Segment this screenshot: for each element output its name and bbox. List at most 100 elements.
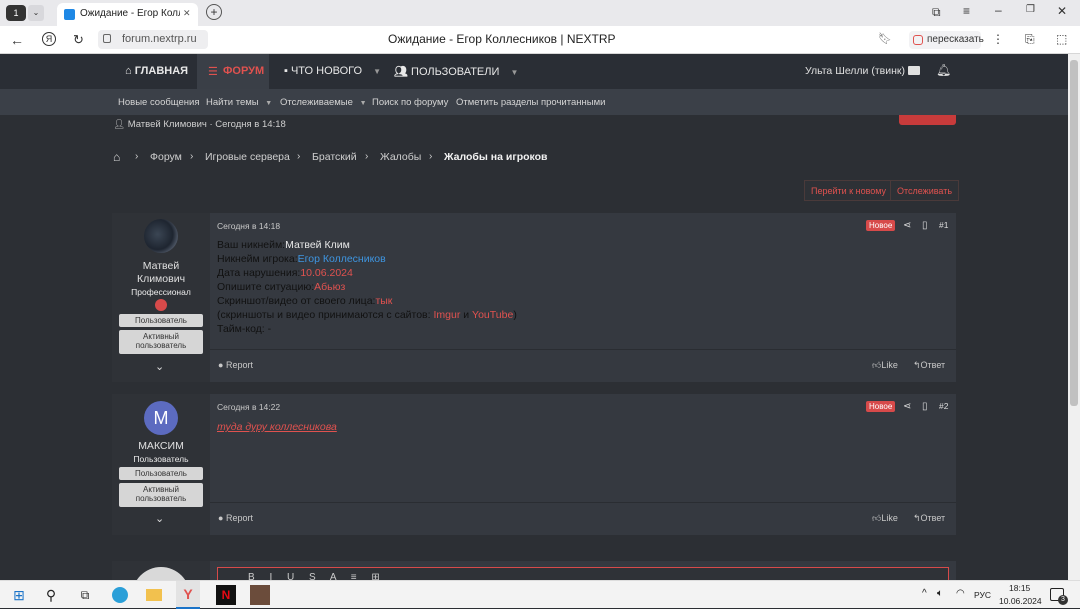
username[interactable]: МАКСИМ: [112, 440, 210, 452]
users-icon: 👥︎: [394, 66, 408, 78]
home-icon: ⌂: [125, 65, 132, 77]
wifi-icon[interactable]: ◠: [956, 588, 965, 599]
breadcrumb-home-icon[interactable]: ⌂: [113, 150, 120, 164]
post-line: (скриншоты и видео принимаются с сайтов:…: [217, 309, 517, 321]
nav-members[interactable]: 👥︎ ПОЛЬЗОВАТЕЛИ ▼: [394, 65, 518, 78]
breadcrumb-game-servers[interactable]: Игровые сервера: [205, 151, 290, 163]
account-name[interactable]: Ульта Шелли (твинк): [805, 65, 905, 77]
new-tab-button[interactable]: +: [206, 4, 222, 20]
thread-reply-button-partial[interactable]: [899, 115, 956, 125]
expand-chevron-icon[interactable]: ⌄: [155, 360, 164, 373]
chevron-down-icon[interactable]: ▼: [265, 100, 272, 107]
task-view-icon[interactable]: ⧉: [75, 585, 95, 605]
field-label: Дата нарушения:: [217, 267, 301, 279]
evidence-link[interactable]: тык: [375, 295, 392, 307]
like-button[interactable]: 👍︎Like: [872, 513, 898, 524]
share-icon[interactable]: ⋖: [903, 220, 911, 231]
like-label: Like: [881, 513, 898, 523]
extensions-icon[interactable]: ⬚: [1056, 32, 1067, 46]
bookmark-icon[interactable]: 🔖︎: [878, 32, 892, 45]
bell-icon[interactable]: 🔔︎: [936, 63, 951, 77]
file-explorer-icon[interactable]: [144, 585, 164, 605]
edge-icon[interactable]: [110, 585, 130, 605]
bookmark-icon[interactable]: ▯: [922, 220, 928, 231]
yandex-browser-icon[interactable]: Y: [176, 581, 200, 609]
report-label: Report: [225, 513, 253, 523]
minimize-icon[interactable]: –: [995, 3, 1002, 17]
breadcrumb-complaints[interactable]: Жалобы: [380, 151, 421, 163]
like-button[interactable]: 👍︎Like: [872, 360, 898, 371]
user-title: Профессионал: [131, 287, 191, 297]
back-icon[interactable]: ←: [10, 32, 24, 48]
avatar[interactable]: [144, 219, 178, 253]
windows-start-icon[interactable]: ⊞: [9, 585, 29, 605]
tray-chevron-icon[interactable]: ^: [922, 588, 927, 599]
subnav-mark-read[interactable]: Отметить разделы прочитанными: [456, 97, 605, 108]
post-date[interactable]: Сегодня в 14:18: [217, 221, 280, 231]
breadcrumb-sep-icon: ›: [190, 151, 194, 162]
chevron-down-icon[interactable]: ▼: [360, 100, 367, 107]
reply-button[interactable]: ↰Ответ: [913, 360, 945, 371]
maximize-icon[interactable]: ❐: [1026, 4, 1035, 15]
clock-time[interactable]: 18:15: [1009, 583, 1030, 593]
watch-button[interactable]: Отслеживать: [890, 180, 960, 201]
post-number[interactable]: #2: [939, 401, 948, 411]
game-app-icon[interactable]: [250, 585, 270, 605]
tab-close-icon[interactable]: ✕: [183, 8, 191, 19]
subnav-new-posts[interactable]: Новые сообщения: [118, 97, 200, 108]
screenshot-icon[interactable]: ⎘: [1025, 32, 1035, 47]
netflix-icon[interactable]: N: [216, 585, 236, 605]
tabs-menu-icon[interactable]: ⌄: [28, 5, 44, 21]
report-link[interactable]: ● Report: [218, 513, 253, 523]
subnav-watched[interactable]: Отслеживаемые ▼: [280, 97, 367, 108]
subnav-watched-label: Отслеживаемые: [280, 97, 353, 108]
chevron-down-icon[interactable]: ▼: [373, 67, 381, 76]
report-link[interactable]: ● Report: [218, 360, 253, 370]
search-icon[interactable]: ⚲: [41, 585, 61, 605]
chevron-down-icon[interactable]: ▼: [510, 68, 518, 77]
language-indicator[interactable]: РУС: [974, 590, 991, 600]
url-field[interactable]: forum.nextrp.ru: [98, 30, 208, 49]
nav-whats-new[interactable]: ▪ ЧТО НОВОГО ▼: [284, 65, 381, 77]
translate-button[interactable]: пересказать: [909, 31, 984, 49]
post-date[interactable]: Сегодня в 14:22: [217, 402, 280, 412]
reload-icon[interactable]: ↻: [73, 32, 84, 48]
go-to-new-button[interactable]: Перейти к новому: [804, 180, 894, 201]
reply-button[interactable]: ↰Ответ: [913, 513, 945, 524]
notification-count: 3: [1058, 595, 1068, 605]
nav-forums-label: ФОРУМ: [223, 65, 265, 77]
page-scrollbar[interactable]: [1068, 54, 1080, 580]
more-icon[interactable]: ⋮: [992, 32, 1004, 46]
collections-icon[interactable]: ⧉: [932, 5, 941, 20]
subnav-find-threads[interactable]: Найти темы ▼: [206, 97, 272, 108]
inbox-icon[interactable]: [908, 66, 920, 75]
tab-counter[interactable]: 1: [6, 5, 26, 21]
clock-date[interactable]: 10.06.2024: [999, 596, 1042, 606]
breadcrumb-forum[interactable]: Форум: [150, 151, 182, 163]
username-line1[interactable]: Матвей: [112, 260, 210, 272]
post-number[interactable]: #1: [939, 220, 948, 230]
reply-label: Ответ: [920, 360, 946, 370]
editor-toolbar[interactable]: B I U S A ≡ ⊞: [217, 567, 949, 580]
bookmark-icon[interactable]: ▯: [922, 401, 928, 412]
nav-forums-active[interactable]: ☰ ФОРУМ: [197, 54, 269, 89]
chat-icon: ▪: [284, 65, 288, 77]
active-tab[interactable]: Ожидание - Егор Колл ✕: [57, 3, 198, 26]
breadcrumb-bratsky[interactable]: Братский: [312, 151, 357, 163]
nav-home[interactable]: ⌂ ГЛАВНАЯ: [125, 65, 188, 77]
browser-menu-icon[interactable]: ≡: [963, 4, 970, 18]
subnav-search-forums[interactable]: Поиск по форуму: [372, 97, 448, 108]
close-window-icon[interactable]: ✕: [1057, 4, 1067, 18]
expand-chevron-icon[interactable]: ⌄: [155, 512, 164, 525]
imgur-link[interactable]: Imgur: [433, 309, 460, 321]
share-icon[interactable]: ⋖: [903, 401, 911, 412]
volume-icon[interactable]: 🔈︎: [937, 588, 943, 599]
rank-badge-icon: [155, 299, 167, 311]
avatar[interactable]: M: [144, 401, 178, 435]
username-line2[interactable]: Климович: [112, 273, 210, 285]
editor-tools-icon[interactable]: B I U S A ≡ ⊞: [248, 572, 386, 580]
reply-icon: ↰: [913, 360, 921, 370]
yandex-icon[interactable]: Я: [42, 32, 56, 46]
youtube-link[interactable]: YouTube: [472, 309, 513, 321]
scrollbar-thumb[interactable]: [1070, 60, 1078, 406]
